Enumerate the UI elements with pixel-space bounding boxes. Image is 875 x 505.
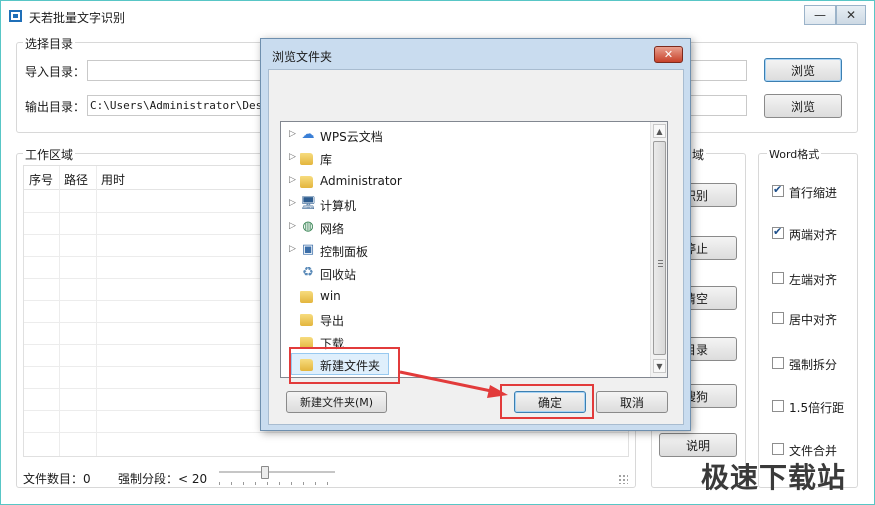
computer-icon: 🖥 [300,196,317,211]
scroll-thumb[interactable] [653,141,666,355]
tree-item-label: Administrator [320,174,402,188]
column-header-time[interactable]: 用时 [101,171,125,188]
word-format-legend: Word格式 [767,146,822,162]
expand-arrow-icon[interactable]: ▷ [289,244,296,254]
user-folder-icon [300,176,313,188]
tree-item-label: 计算机 [320,199,357,213]
tree-item-label: WPS云文档 [320,130,383,144]
expand-arrow-icon[interactable]: ▷ [289,175,296,185]
cloud-icon: ☁ [301,127,315,142]
tree-item-network[interactable]: ▷ ◍ 网络 [281,217,641,239]
minimize-button[interactable]: — [804,5,836,25]
tree-item-wps-cloud[interactable]: ▷ ☁ WPS云文档 [281,125,641,147]
justify-label: 两端对齐 [789,228,838,242]
grid-divider [96,166,97,456]
first-line-indent-label: 首行缩进 [789,186,838,200]
import-browse-button[interactable]: 浏览 [764,58,842,82]
operation-legend: 域 [690,146,707,163]
window-controls: — ✕ [804,5,866,25]
folder-icon [300,291,313,303]
new-folder-button[interactable]: 新建文件夹(M) [286,391,387,413]
expand-arrow-icon[interactable]: ▷ [289,221,296,231]
work-area-legend: 工作区域 [23,146,76,163]
tree-item-computer[interactable]: ▷ 🖥 计算机 [281,194,641,216]
line-spacing-checkbox[interactable] [772,400,784,412]
force-split-checkbox[interactable] [772,357,784,369]
app-icon [9,10,22,22]
dialog-close-button[interactable]: ✕ [654,46,683,63]
highlight-ok-button [500,384,594,419]
expand-arrow-icon[interactable]: ▷ [289,198,296,208]
library-icon [300,153,313,165]
tree-scrollbar[interactable]: ▲ ▼ [650,122,667,377]
left-align-label: 左端对齐 [789,273,838,287]
tree-item-win[interactable]: win [281,286,641,308]
tree-item-library[interactable]: ▷ 库 [281,148,641,170]
merge-files-checkbox[interactable] [772,443,784,455]
grid-divider [24,432,628,433]
close-button[interactable]: ✕ [836,5,866,25]
expand-arrow-icon[interactable]: ▷ [289,129,296,139]
tree-item-administrator[interactable]: ▷ Administrator [281,171,641,193]
split-slider-track[interactable] [219,471,335,473]
column-header-path[interactable]: 路径 [64,171,88,188]
first-line-indent-checkbox[interactable] [772,183,784,197]
resize-grip[interactable] [618,474,628,484]
scroll-down-icon[interactable]: ▼ [653,359,666,373]
tree-item-label: 导出 [320,314,345,328]
file-count-label: 文件数目：0 [23,472,91,486]
dialog-title: 浏览文件夹 [272,50,333,64]
scroll-up-icon[interactable]: ▲ [653,124,666,138]
tree-item-label: 控制面板 [320,245,369,259]
split-slider-thumb[interactable] [261,466,269,479]
left-align-checkbox[interactable] [772,272,784,284]
cancel-button[interactable]: 取消 [596,391,668,413]
tree-item-label: 回收站 [320,268,357,282]
tree-item-label: 网络 [320,222,345,236]
justify-checkbox[interactable] [772,225,784,239]
folder-icon [300,314,313,326]
recycle-bin-icon: ♻ [302,265,314,280]
grid-divider [59,166,60,456]
highlight-new-folder [289,347,400,384]
output-browse-button[interactable]: 浏览 [764,94,842,118]
tree-item-control-panel[interactable]: ▷ ▣ 控制面板 [281,240,641,262]
column-header-index[interactable]: 序号 [29,171,53,188]
force-split-option-label: 强制拆分 [789,358,838,372]
center-align-label: 居中对齐 [789,313,838,327]
tree-item-label: win [320,289,341,303]
line-spacing-label: 1.5倍行距 [789,401,845,415]
title-bar: 天若批量文字识别 — ✕ [1,1,874,31]
watermark-logo: 极速下载站 [701,461,847,494]
select-directory-legend: 选择目录 [23,35,76,52]
force-split-label: 强制分段：< 20 [118,472,208,486]
expand-arrow-icon[interactable]: ▷ [289,152,296,162]
scroll-grip [658,260,663,268]
center-align-checkbox[interactable] [772,312,784,324]
app-title: 天若批量文字识别 [29,11,126,25]
tree-item-label: 库 [320,153,333,167]
folder-tree[interactable]: ▷ ☁ WPS云文档 ▷ 库 ▷ Administrator ▷ 🖥 计算机 ▷… [280,121,668,378]
help-button[interactable]: 说明 [659,433,737,457]
split-slider-ticks [219,482,335,485]
tree-item-recycle-bin[interactable]: ♻ 回收站 [281,263,641,285]
import-dir-label: 导入目录： [25,65,86,79]
network-icon: ◍ [302,219,314,234]
tree-item-export[interactable]: 导出 [281,309,641,331]
output-dir-label: 输出目录： [25,100,86,114]
control-panel-icon: ▣ [301,242,315,257]
